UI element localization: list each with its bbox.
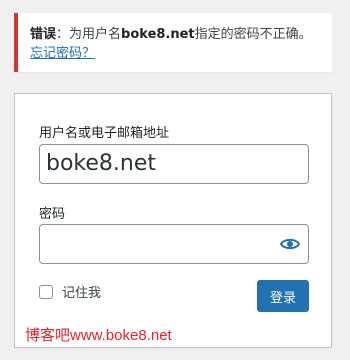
- password-input[interactable]: [39, 224, 309, 264]
- login-form: 用户名或电子邮箱地址 boke8.net 密码 记住我 登录 博客吧www.bo…: [14, 93, 332, 348]
- remember-me-checkbox[interactable]: [39, 284, 53, 299]
- username-label: 用户名或电子邮箱地址: [39, 126, 170, 141]
- error-message: 指定的密码不正确。: [194, 27, 312, 42]
- password-label: 密码: [39, 207, 66, 222]
- eye-icon: [280, 238, 300, 250]
- login-button[interactable]: 登录: [257, 280, 309, 312]
- show-password-button[interactable]: [280, 234, 300, 254]
- error-text-prefix: ：为用户名: [56, 27, 122, 42]
- username-input[interactable]: boke8.net: [39, 144, 309, 184]
- watermark-text: 博客吧www.boke8.net: [25, 327, 172, 344]
- error-username: boke8.net: [121, 27, 195, 42]
- remember-me-row[interactable]: 记住我: [39, 282, 101, 301]
- login-error-notice: 错误：为用户名boke8.net指定的密码不正确。 忘记密码？: [14, 13, 332, 72]
- remember-me-label: 记住我: [62, 286, 102, 301]
- error-label: 错误: [30, 27, 57, 42]
- forgot-password-link[interactable]: 忘记密码？: [30, 46, 95, 61]
